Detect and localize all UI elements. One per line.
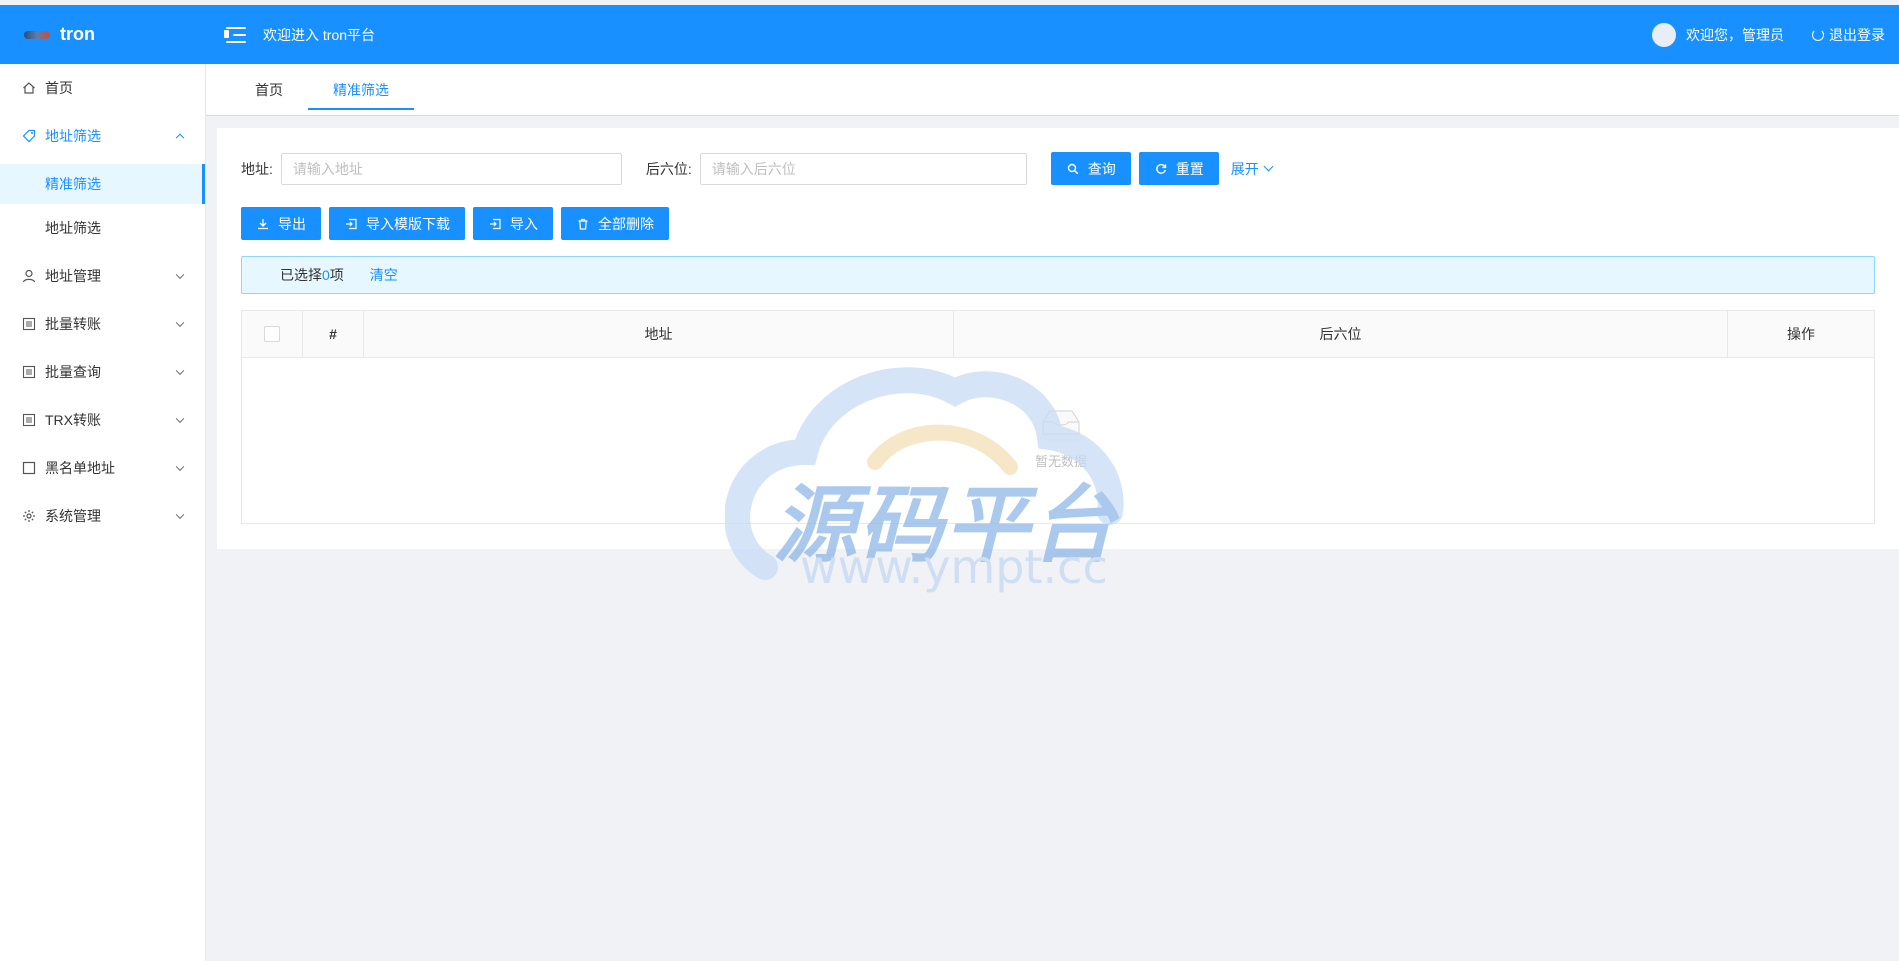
user-greeting[interactable]: 欢迎您，管理员 (1686, 25, 1784, 45)
chevron-down-icon (175, 510, 185, 520)
empty-text: 暂无数据 (1034, 454, 1087, 469)
logo[interactable]: tron (0, 24, 206, 45)
list-icon (22, 365, 36, 379)
sidebar-item-label: 批量转账 (45, 316, 101, 332)
sidebar: 首页 地址筛选 精准筛选 地址筛选 地址管理 批量转账 批量查询 TRX转账 黑… (0, 64, 206, 961)
chevron-up-icon (175, 133, 185, 143)
top-bar: tron 欢迎进入 tron平台 欢迎您，管理员 退出登录 (0, 5, 1899, 64)
trash-icon (576, 217, 590, 231)
logout-button[interactable]: 退出登录 (1812, 25, 1885, 45)
sidebar-item-address-filter[interactable]: 地址筛选 (0, 112, 205, 160)
chevron-down-icon (175, 414, 185, 424)
sidebar-item-blacklist[interactable]: 黑名单地址 (0, 444, 205, 492)
sidebar-item-batch-transfer[interactable]: 批量转账 (0, 300, 205, 348)
selection-suffix: 项 (329, 267, 344, 283)
selection-prefix: 已选择 (280, 267, 322, 283)
empty-inbox-icon (1034, 404, 1088, 447)
selection-count: 0 (322, 267, 330, 283)
delete-all-button[interactable]: 全部删除 (561, 207, 669, 240)
sidebar-item-trx-transfer[interactable]: TRX转账 (0, 396, 205, 444)
sidebar-item-batch-query[interactable]: 批量查询 (0, 348, 205, 396)
column-header-actions: 操作 (1787, 326, 1815, 342)
user-icon (22, 269, 36, 283)
tab-home[interactable]: 首页 (230, 64, 308, 116)
sidebar-item-address-management[interactable]: 地址管理 (0, 252, 205, 300)
export-button[interactable]: 导出 (241, 207, 321, 240)
menu-fold-icon[interactable] (224, 25, 246, 45)
address-input[interactable] (280, 152, 622, 185)
export-label: 导出 (278, 215, 306, 232)
chevron-down-icon (175, 366, 185, 376)
expand-link[interactable]: 展开 (1230, 159, 1274, 179)
chevron-down-icon (175, 462, 185, 472)
address-label: 地址: (241, 160, 273, 177)
sidebar-item-label: 首页 (45, 80, 73, 96)
sidebar-subitem-address-filter[interactable]: 地址筛选 (0, 208, 205, 248)
suffix-input[interactable] (699, 152, 1027, 185)
tab-precise-filter[interactable]: 精准筛选 (308, 64, 414, 116)
query-button[interactable]: 查询 (1050, 152, 1131, 185)
select-all-cell (242, 311, 303, 357)
square-icon (22, 461, 36, 475)
tab-bar: 首页 精准筛选 (206, 64, 1899, 116)
sidebar-item-label: 地址筛选 (45, 128, 101, 144)
avatar[interactable] (1652, 22, 1676, 47)
reset-button[interactable]: 重置 (1138, 152, 1219, 185)
data-table: # 地址 后六位 操作 暂无数据 (241, 310, 1875, 524)
welcome-text: 欢迎进入 tron平台 (263, 26, 376, 43)
column-header-index: # (303, 311, 364, 357)
sidebar-item-label: 系统管理 (45, 508, 101, 524)
sidebar-item-home[interactable]: 首页 (0, 64, 205, 112)
logout-icon (1812, 28, 1824, 41)
tag-icon (22, 129, 36, 143)
sidebar-item-label: 黑名单地址 (45, 460, 115, 476)
table-empty-state: 暂无数据 (242, 358, 1874, 523)
action-toolbar: 导出 导入模版下载 导入 全部删除 (241, 207, 669, 240)
column-header-suffix[interactable]: 后六位 (954, 311, 1728, 357)
main-card: 地址: 后六位: 查询 重置 展开 导出 (217, 128, 1899, 549)
template-download-label: 导入模版下载 (366, 215, 450, 232)
table-header: # 地址 后六位 操作 (242, 311, 1874, 358)
column-header-address[interactable]: 地址 (364, 311, 954, 357)
template-download-button[interactable]: 导入模版下载 (329, 207, 465, 240)
list-icon (22, 317, 36, 331)
import-icon (344, 217, 358, 231)
select-all-checkbox[interactable] (264, 326, 280, 342)
logo-mark-icon (24, 30, 50, 39)
chevron-down-icon (175, 318, 185, 328)
gear-icon (22, 509, 36, 523)
sidebar-subitem-precise-filter[interactable]: 精准筛选 (0, 164, 205, 204)
logo-text: tron (60, 24, 95, 44)
selection-alert: 已选择 0 项 清空 (241, 256, 1875, 294)
delete-all-label: 全部删除 (598, 215, 654, 232)
reset-label: 重置 (1175, 160, 1204, 177)
query-label: 查询 (1087, 160, 1116, 177)
sidebar-item-label: 地址管理 (45, 268, 101, 284)
chevron-down-icon (1263, 161, 1274, 172)
logout-label: 退出登录 (1829, 26, 1885, 43)
search-form: 地址: 后六位: 查询 重置 展开 (241, 152, 1274, 185)
reload-icon (1154, 162, 1168, 176)
import-label: 导入 (510, 215, 538, 232)
expand-label: 展开 (1230, 160, 1259, 177)
chevron-down-icon (175, 270, 185, 280)
import-icon (488, 217, 502, 231)
home-icon (22, 81, 36, 95)
download-icon (256, 217, 270, 231)
sidebar-item-label: 批量查询 (45, 364, 101, 380)
import-button[interactable]: 导入 (473, 207, 553, 240)
list-icon (22, 413, 36, 427)
sidebar-item-label: TRX转账 (45, 412, 101, 428)
sidebar-item-system[interactable]: 系统管理 (0, 492, 205, 540)
search-icon (1066, 162, 1080, 176)
clear-selection-link[interactable]: 清空 (370, 265, 398, 285)
suffix-label: 后六位: (645, 160, 692, 177)
